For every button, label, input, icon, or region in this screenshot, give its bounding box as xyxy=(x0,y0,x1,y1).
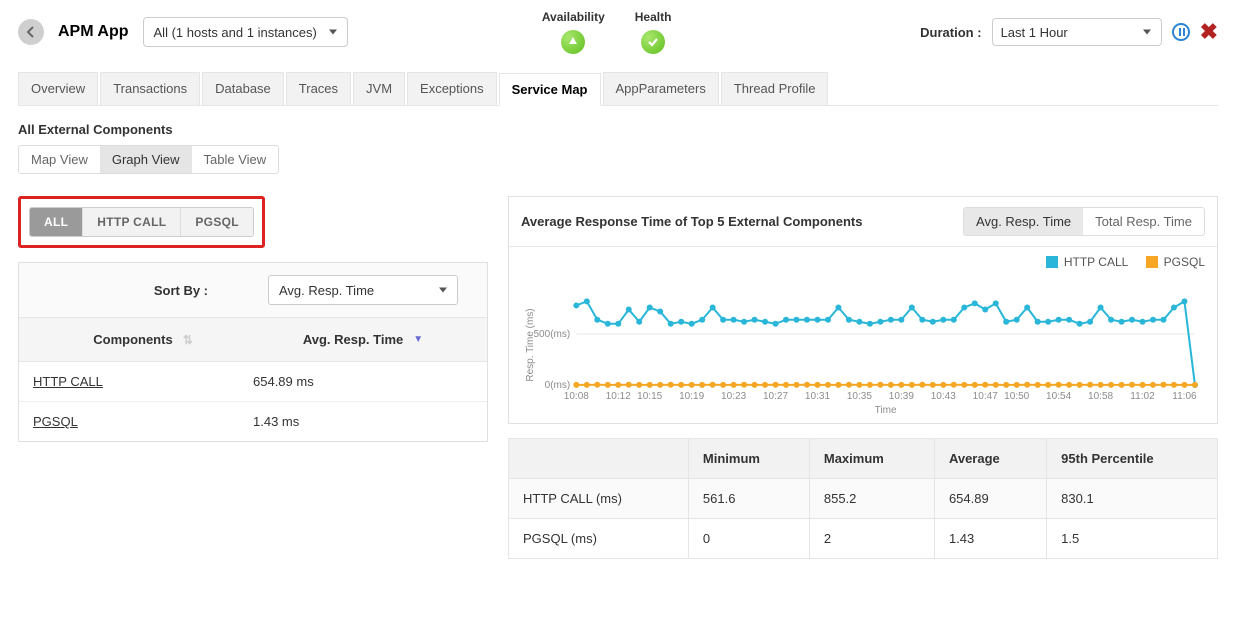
stats-row: HTTP CALL (ms) 561.6 855.2 654.89 830.1 xyxy=(509,479,1218,519)
svg-text:500(ms): 500(ms) xyxy=(533,329,570,340)
svg-text:10:19: 10:19 xyxy=(679,391,705,402)
svg-text:10:47: 10:47 xyxy=(973,391,999,402)
view-table[interactable]: Table View xyxy=(192,146,279,173)
stats-table: Minimum Maximum Average 95th Percentile … xyxy=(508,438,1218,559)
component-time: 654.89 ms xyxy=(253,374,473,389)
svg-text:Resp. Time (ms): Resp. Time (ms) xyxy=(525,308,536,381)
availability-up-icon xyxy=(561,30,585,54)
tab-traces[interactable]: Traces xyxy=(286,72,351,105)
filter-http-call[interactable]: HTTP CALL xyxy=(83,208,181,236)
col-avg-resp-time[interactable]: Avg. Resp. Time ▼ xyxy=(253,332,473,347)
filter-pgsql[interactable]: PGSQL xyxy=(181,208,253,236)
pause-refresh-button[interactable] xyxy=(1172,23,1190,41)
tab-jvm[interactable]: JVM xyxy=(353,72,405,105)
svg-text:10:39: 10:39 xyxy=(889,391,915,402)
tab-service-map[interactable]: Service Map xyxy=(499,73,601,106)
chart-legend: HTTP CALL PGSQL xyxy=(509,247,1217,271)
tab-overview[interactable]: Overview xyxy=(18,72,98,105)
tab-app-parameters[interactable]: AppParameters xyxy=(603,72,719,105)
component-link-pgsql[interactable]: PGSQL xyxy=(33,414,78,429)
svg-text:10:35: 10:35 xyxy=(847,391,873,402)
filter-all[interactable]: ALL xyxy=(30,208,83,236)
svg-text:10:54: 10:54 xyxy=(1046,391,1072,402)
metric-avg[interactable]: Avg. Resp. Time xyxy=(964,208,1083,235)
component-link-http[interactable]: HTTP CALL xyxy=(33,374,103,389)
sort-icon: ⇅ xyxy=(183,333,193,347)
stats-h-max[interactable]: Maximum xyxy=(809,439,934,479)
svg-text:10:31: 10:31 xyxy=(805,391,831,402)
svg-text:Time: Time xyxy=(875,405,897,415)
legend-swatch-http xyxy=(1046,256,1058,268)
main-tabs: Overview Transactions Database Traces JV… xyxy=(18,72,1218,106)
sort-by-select[interactable]: Avg. Resp. Time xyxy=(268,275,458,305)
svg-text:10:43: 10:43 xyxy=(931,391,957,402)
tab-thread-profile[interactable]: Thread Profile xyxy=(721,72,829,105)
stats-h-blank xyxy=(509,439,689,479)
svg-text:10:08: 10:08 xyxy=(564,391,590,402)
app-title: APM App xyxy=(58,23,129,41)
svg-text:11:02: 11:02 xyxy=(1130,391,1155,402)
view-toggle: Map View Graph View Table View xyxy=(18,145,279,174)
stats-h-avg[interactable]: Average xyxy=(934,439,1046,479)
sort-by-value: Avg. Resp. Time xyxy=(279,283,374,298)
duration-select[interactable]: Last 1 Hour xyxy=(992,18,1162,46)
metric-total[interactable]: Total Resp. Time xyxy=(1083,208,1204,235)
stats-h-p95[interactable]: 95th Percentile xyxy=(1047,439,1218,479)
view-graph[interactable]: Graph View xyxy=(100,146,192,173)
svg-text:10:50: 10:50 xyxy=(1004,391,1030,402)
close-button[interactable]: ✖ xyxy=(1200,21,1218,43)
highlighted-filter-box: ALL HTTP CALL PGSQL xyxy=(18,196,265,248)
duration-label: Duration : xyxy=(920,25,981,40)
health-label: Health xyxy=(635,10,672,24)
tab-database[interactable]: Database xyxy=(202,72,284,105)
svg-text:0(ms): 0(ms) xyxy=(545,380,571,391)
host-instances-select[interactable]: All (1 hosts and 1 instances) xyxy=(143,17,348,47)
tab-exceptions[interactable]: Exceptions xyxy=(407,72,497,105)
component-time: 1.43 ms xyxy=(253,414,473,429)
availability-label: Availability xyxy=(542,10,605,24)
section-title: All External Components xyxy=(18,122,1218,137)
sort-by-label: Sort By : xyxy=(33,283,238,298)
component-filter: ALL HTTP CALL PGSQL xyxy=(29,207,254,237)
svg-text:10:27: 10:27 xyxy=(763,391,789,402)
svg-text:10:58: 10:58 xyxy=(1088,391,1114,402)
stats-row: PGSQL (ms) 0 2 1.43 1.5 xyxy=(509,519,1218,559)
view-map[interactable]: Map View xyxy=(19,146,100,173)
legend-swatch-pgsql xyxy=(1146,256,1158,268)
col-components[interactable]: Components ⇅ xyxy=(33,332,253,347)
tab-transactions[interactable]: Transactions xyxy=(100,72,200,105)
chevron-left-icon xyxy=(25,26,37,38)
metric-toggle: Avg. Resp. Time Total Resp. Time xyxy=(963,207,1205,236)
health-ok-icon xyxy=(641,30,665,54)
svg-text:11:06: 11:06 xyxy=(1172,391,1197,402)
response-time-chart: 0(ms) 500(ms)Resp. Time (ms) 10:08 10:12 10:… xyxy=(521,275,1205,415)
svg-text:10:23: 10:23 xyxy=(721,391,747,402)
stats-h-min[interactable]: Minimum xyxy=(688,439,809,479)
back-button[interactable] xyxy=(18,19,44,45)
table-row: PGSQL 1.43 ms xyxy=(19,402,487,441)
sort-desc-icon: ▼ xyxy=(413,334,423,345)
host-instances-value: All (1 hosts and 1 instances) xyxy=(154,25,317,40)
svg-text:10:12: 10:12 xyxy=(606,391,632,402)
duration-value: Last 1 Hour xyxy=(1001,25,1068,40)
chart-title: Average Response Time of Top 5 External … xyxy=(521,214,862,229)
table-row: HTTP CALL 654.89 ms xyxy=(19,362,487,402)
svg-text:10:15: 10:15 xyxy=(637,391,663,402)
